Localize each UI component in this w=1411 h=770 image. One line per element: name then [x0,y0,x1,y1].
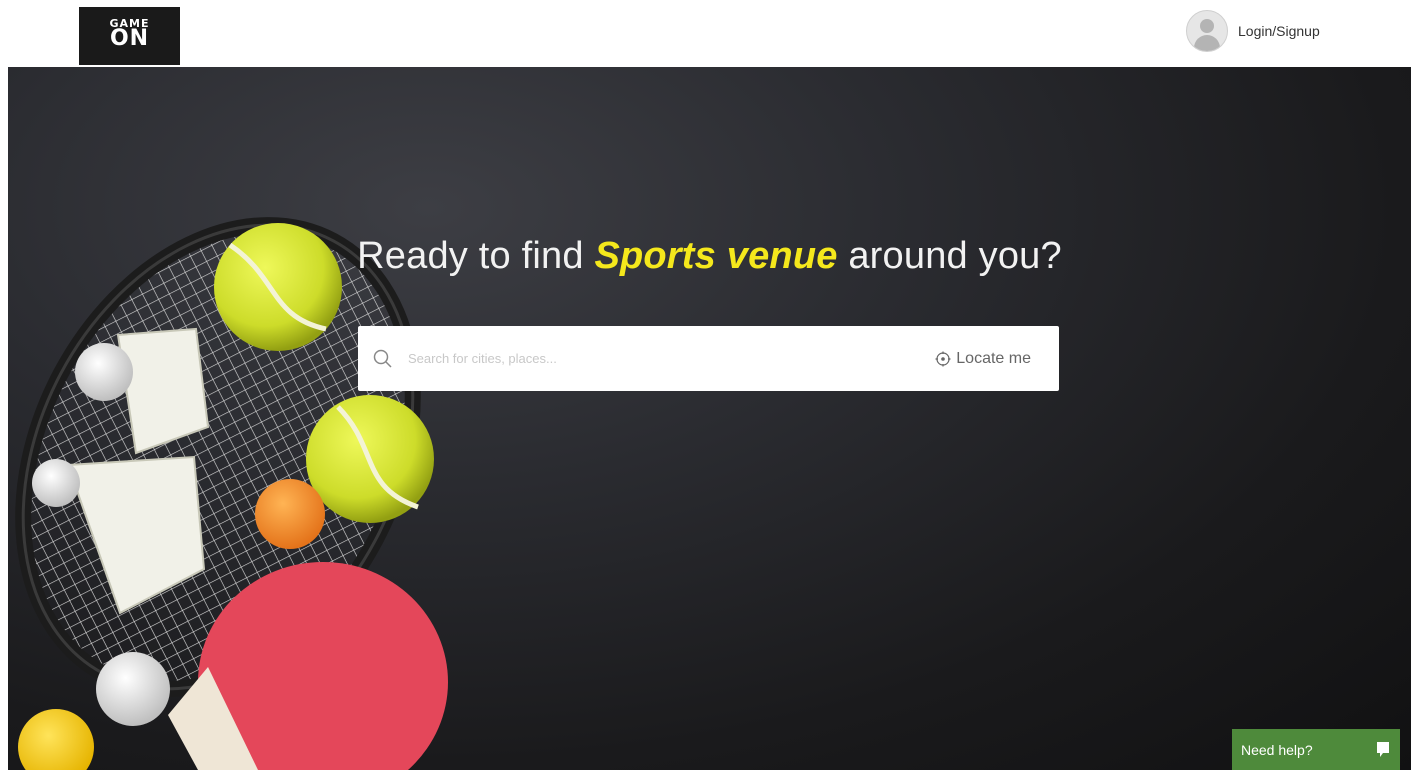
hero-headline: Ready to find Sports venue around you? [8,235,1411,278]
need-help-label: Need help? [1241,741,1313,758]
need-help-widget[interactable]: Need help? [1232,729,1400,770]
logo-line-2: ON [109,26,150,51]
chat-icon [1377,741,1389,757]
login-signup-button[interactable]: Login/Signup [1186,9,1320,53]
brand-logo[interactable]: GAME ON [79,7,180,65]
headline-text-after: around you? [837,235,1062,277]
search-input[interactable] [406,337,936,380]
headline-highlight: Sports venue [594,235,838,277]
locate-me-button[interactable]: Locate me [935,350,1031,368]
search-icon [373,349,392,368]
hero-banner: Ready to find Sports venue around you? L… [8,67,1411,770]
location-search-bar: Locate me [358,326,1059,391]
login-signup-label: Login/Signup [1238,23,1320,39]
sports-equipment-illustration [15,217,448,770]
headline-text-before: Ready to find [357,235,595,277]
user-avatar-icon [1186,10,1228,52]
locate-icon [935,351,951,366]
locate-me-label: Locate me [956,349,1031,367]
top-header: GAME ON Login/Signup [0,0,1411,67]
